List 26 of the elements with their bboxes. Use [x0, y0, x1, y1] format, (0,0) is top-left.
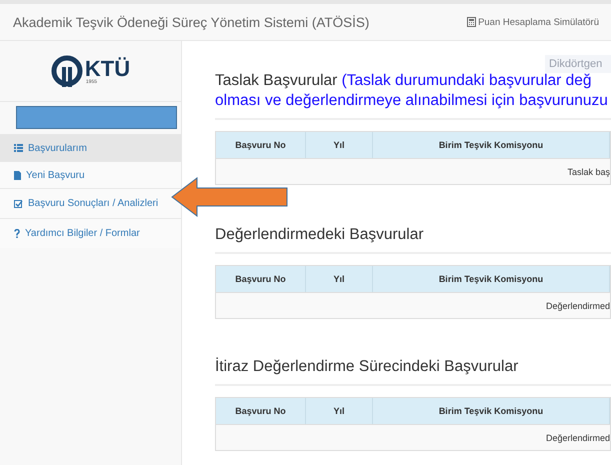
section-heading: Değerlendirmedeki Başvurular [215, 225, 611, 254]
column-header: Yıl [306, 398, 373, 424]
column-header: Başvuru No [216, 398, 306, 424]
empty-message: Değerlendirmed [216, 424, 610, 450]
app-title: Akademik Teşvik Ödeneği Süreç Yönetim Sistemi (ATÖSİS) [13, 14, 370, 30]
section-heading: İtiraz Değerlendirme Sürecindeki Başvurular [215, 357, 611, 386]
column-header: Birim Teşvik Komisyonu [373, 398, 610, 424]
sidebar-item[interactable]: Başvurularım [0, 134, 181, 161]
logo-icon [50, 55, 83, 87]
column-header: Yıl [306, 132, 373, 158]
arrow-icon [171, 177, 289, 217]
column-header: Birim Teşvik Komisyonu [373, 132, 610, 158]
question-icon [14, 229, 20, 238]
faded-tooltip: Dikdörtgen [545, 55, 611, 73]
calculator-icon [467, 17, 476, 27]
column-header: Başvuru No [216, 266, 306, 292]
logo-text: KTÜ [84, 58, 130, 80]
column-header: Birim Teşvik Komisyonu [373, 266, 610, 292]
empty-message: Taslak baş [216, 158, 610, 184]
simulator-link[interactable]: Puan Hesaplama Simülatörü [467, 16, 599, 28]
empty-message: Değerlendirmed [216, 292, 610, 318]
list-icon [14, 144, 23, 152]
column-header: Yıl [306, 266, 373, 292]
document-icon [14, 170, 21, 180]
checkbox-icon [14, 200, 23, 208]
column-header: Başvuru No [216, 132, 306, 158]
